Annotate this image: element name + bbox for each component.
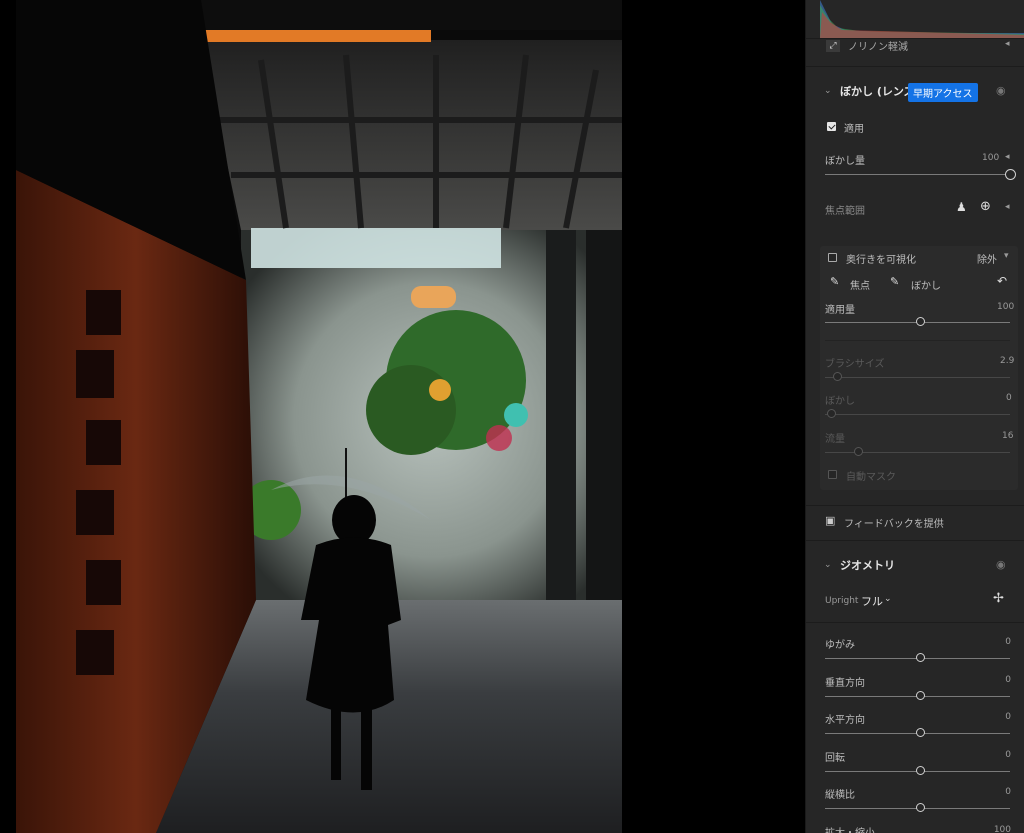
geometry-slider-value[interactable]: 0 <box>1005 787 1011 797</box>
blur-brush-label[interactable]: ぼかし <box>911 277 941 292</box>
geometry-slider-label: 拡大・縮小 <box>825 827 875 833</box>
focus-brush-icon[interactable]: ✎ <box>830 275 839 288</box>
feather-label: ぼかし <box>825 396 855 407</box>
edit-panel: ⤢ ノリノン軽減 ◂ ⌄ ぼかし (レンズ) 早期アクセス ◉ 適用 ぼかし量 … <box>805 0 1024 833</box>
geometry-slider-label: 縦横比 <box>825 790 855 801</box>
geometry-slider-value[interactable]: 0 <box>1005 750 1011 760</box>
blur-amount-label: ぼかし量 <box>825 156 865 167</box>
photo-canvas[interactable] <box>0 0 805 833</box>
flow-track <box>825 452 1010 453</box>
top-row-label: ノリノン軽減 <box>848 42 908 53</box>
geometry-slider-thumb[interactable] <box>916 728 925 737</box>
top-row-chevron-icon[interactable]: ◂ <box>1005 39 1010 49</box>
geometry-slider-value[interactable]: 0 <box>1005 712 1011 722</box>
lens-blur-collapse-icon[interactable]: ⌄ <box>824 86 832 96</box>
feather-slider-thumb <box>827 409 836 418</box>
blur-amount-slider-thumb[interactable] <box>1005 169 1016 180</box>
upright-label: Upright <box>825 596 859 606</box>
geometry-slider-thumb[interactable] <box>916 803 925 812</box>
feather-track <box>825 414 1010 415</box>
focus-range-label: 焦点範囲 <box>825 206 865 217</box>
early-access-badge: 早期アクセス <box>908 83 978 102</box>
visualize-mode-chevron-down-icon[interactable]: ▾ <box>1004 251 1009 261</box>
amount-value[interactable]: 100 <box>997 302 1014 312</box>
blur-amount-chevron-icon[interactable]: ◂ <box>1005 152 1010 162</box>
feedback-chat-icon[interactable]: ▣ <box>825 514 835 527</box>
flow-label: 流量 <box>825 434 845 445</box>
photo <box>16 0 622 833</box>
flow-slider-thumb <box>854 447 863 456</box>
focus-brush-label[interactable]: 焦点 <box>850 277 870 292</box>
amount-label: 適用量 <box>825 305 855 316</box>
geometry-slider-value[interactable]: 0 <box>1005 637 1011 647</box>
guided-upright-icon[interactable]: ✢ <box>993 591 1004 606</box>
focus-range-chevron-icon[interactable]: ◂ <box>1005 202 1010 212</box>
photo-image <box>16 0 622 833</box>
geometry-slider-label: ゆがみ <box>825 640 855 651</box>
geometry-slider-label: 水平方向 <box>825 715 865 726</box>
visualize-depth-checkbox[interactable] <box>828 253 837 262</box>
feedback-link[interactable]: フィードバックを提供 <box>844 515 944 530</box>
geometry-slider-thumb[interactable] <box>916 690 925 700</box>
blur-brush-icon[interactable]: ✎ <box>890 275 899 288</box>
depth-subpanel: 奥行きを可視化 除外 ▾ ✎ 焦点 ✎ ぼかし ↶ 適用量 100 ブラシサイズ… <box>820 246 1018 490</box>
upright-chevron-down-icon[interactable]: ⌄ <box>884 594 892 604</box>
geometry-slider-label: 垂直方向 <box>825 677 865 689</box>
auto-mask-label: 自動マスク <box>846 472 896 483</box>
histogram <box>820 0 1024 38</box>
geometry-slider-value[interactable]: 100 <box>994 825 1011 833</box>
brush-size-label: ブラシサイズ <box>825 359 885 370</box>
geometry-slider-thumb[interactable] <box>916 765 925 775</box>
blur-amount-value[interactable]: 100 <box>982 153 999 163</box>
brush-size-slider-thumb <box>833 372 842 381</box>
blur-amount-track[interactable] <box>825 174 1010 175</box>
auto-mask-checkbox <box>828 470 837 479</box>
lens-blur-visibility-eye-icon[interactable]: ◉ <box>996 84 1006 97</box>
visualize-depth-label: 奥行きを可視化 <box>846 255 916 266</box>
histogram-graph <box>820 0 1024 38</box>
geometry-title: ジオメトリ <box>840 559 895 572</box>
reset-icon[interactable]: ↶ <box>997 274 1007 288</box>
amount-slider-thumb[interactable] <box>916 317 925 326</box>
focus-target-icon[interactable]: ⊕ <box>980 199 991 214</box>
geometry-slider-value[interactable]: 0 <box>1005 675 1011 685</box>
geometry-visibility-eye-icon[interactable]: ◉ <box>996 558 1006 571</box>
brush-size-value: 2.9 <box>1000 356 1015 366</box>
feather-value: 0 <box>1006 393 1012 403</box>
visualize-mode-dropdown[interactable]: 除外 <box>977 251 997 266</box>
focus-person-icon[interactable]: ♟ <box>956 200 967 214</box>
geometry-slider-thumb[interactable] <box>916 653 925 662</box>
geometry-slider-label: 回転 <box>825 752 845 764</box>
apply-label: 適用 <box>844 124 864 135</box>
brush-size-track <box>825 377 1010 378</box>
expand-icon[interactable]: ⤢ <box>826 40 840 52</box>
upright-dropdown[interactable]: フル <box>861 593 883 609</box>
flow-value: 16 <box>1002 431 1014 441</box>
geometry-collapse-icon[interactable]: ⌄ <box>824 560 832 570</box>
apply-checkbox[interactable] <box>827 122 836 131</box>
